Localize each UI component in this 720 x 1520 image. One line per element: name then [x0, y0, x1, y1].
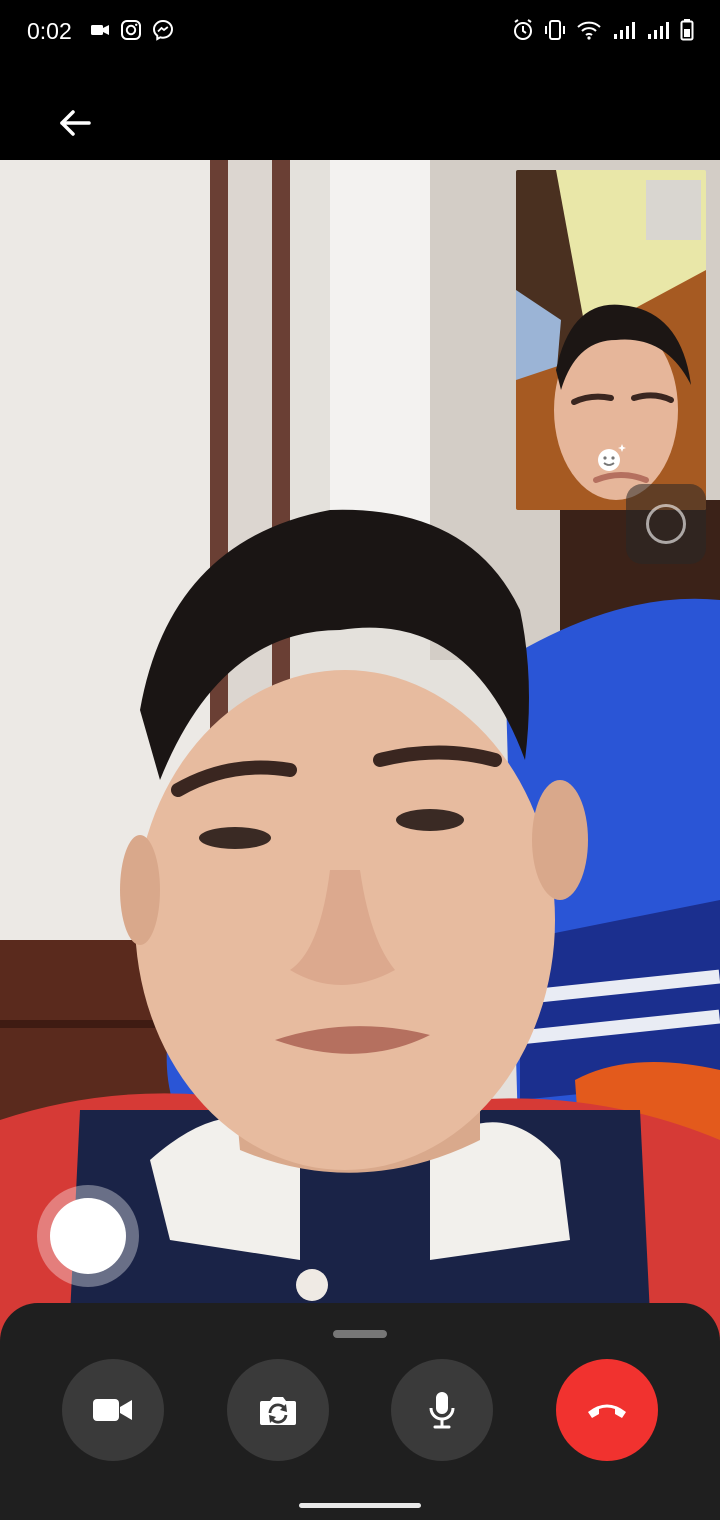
system-nav-bar[interactable]: [299, 1503, 421, 1508]
call-header: [0, 62, 720, 160]
hang-up-icon: [588, 1404, 626, 1418]
call-controls-panel: [0, 1303, 720, 1520]
status-time: 0:02: [27, 18, 72, 44]
instagram-icon: [121, 20, 141, 40]
signal-icon: [614, 22, 635, 39]
drag-handle[interactable]: [333, 1330, 387, 1338]
flip-camera-button[interactable]: [227, 1359, 329, 1461]
wifi-icon: [577, 21, 601, 40]
messenger-icon: [152, 19, 174, 41]
video-toggle-button[interactable]: [62, 1359, 164, 1461]
alarm-icon: [514, 19, 532, 40]
microphone-icon: [429, 1392, 455, 1429]
mute-microphone-button[interactable]: [391, 1359, 493, 1461]
capture-circle-icon: [50, 1198, 126, 1274]
end-call-button[interactable]: [556, 1359, 658, 1461]
record-button[interactable]: [626, 484, 706, 564]
video-camera-icon: [93, 1399, 132, 1421]
effects-smiley-icon[interactable]: [596, 442, 628, 474]
battery-icon: [680, 19, 694, 41]
back-button[interactable]: [52, 100, 98, 146]
back-arrow-icon: [60, 110, 91, 136]
capture-button[interactable]: [37, 1185, 139, 1287]
record-ring-icon: [646, 504, 686, 544]
flip-camera-icon: [260, 1397, 296, 1425]
video-camera-icon: [91, 25, 109, 35]
vibrate-icon: [545, 20, 565, 40]
status-bar: 0:02: [0, 0, 720, 62]
signal-icon: [648, 22, 669, 39]
self-camera-preview[interactable]: [516, 170, 706, 510]
